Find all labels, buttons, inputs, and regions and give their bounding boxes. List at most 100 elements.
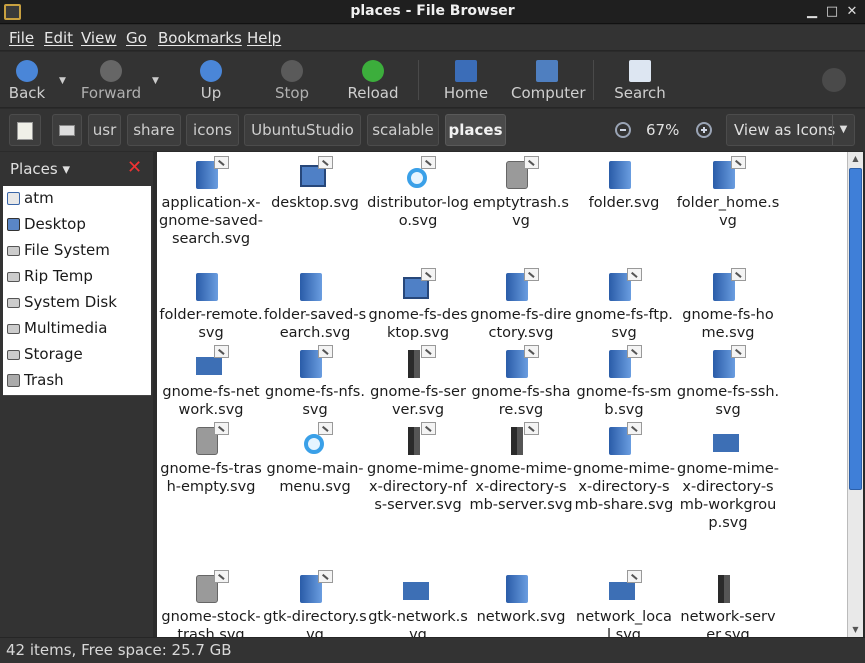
file-item[interactable]: gnome-fs-trash-empty.svg <box>159 422 263 496</box>
menu-file[interactable]: File <box>9 29 34 47</box>
file-item[interactable]: desktop.svg <box>263 156 367 212</box>
menu-go[interactable]: Go <box>126 29 147 47</box>
file-item[interactable]: gnome-mime-x-directory-smb-workgroup.svg <box>676 422 780 532</box>
minimize-icon[interactable]: ▁ <box>804 4 820 20</box>
file-item[interactable]: gnome-fs-network.svg <box>159 345 263 419</box>
status-text: 42 items, Free space: 25.7 GB <box>6 641 232 659</box>
reload-button[interactable]: Reload <box>347 58 399 104</box>
file-item[interactable]: network-server.svg <box>676 570 780 637</box>
zoom-out-icon[interactable] <box>615 122 631 138</box>
path-button-icons[interactable]: icons <box>186 114 239 146</box>
sidebar-mode-select[interactable]: Places ▾ <box>10 160 70 178</box>
network-icon <box>400 570 436 606</box>
file-item[interactable]: gnome-fs-home.svg <box>676 268 780 342</box>
scroll-down-arrow-icon[interactable]: ▼ <box>848 623 863 637</box>
file-item[interactable]: gnome-fs-desktop.svg <box>366 268 470 342</box>
up-button[interactable]: Up <box>195 58 227 104</box>
distributor-logo-icon <box>400 156 436 192</box>
file-item[interactable]: gnome-fs-server.svg <box>366 345 470 419</box>
menu-edit[interactable]: Edit <box>44 29 73 47</box>
menu-help[interactable]: Help <box>247 29 281 47</box>
sidebar-item-trash[interactable]: Trash <box>3 369 151 393</box>
sidebar-item-desktop[interactable]: Desktop <box>3 213 151 237</box>
forward-history-arrow-icon[interactable]: ▼ <box>152 76 159 86</box>
close-sidebar-icon[interactable]: ✕ <box>127 159 143 177</box>
close-window-icon[interactable]: ✕ <box>844 4 860 20</box>
file-item[interactable]: folder.svg <box>572 156 676 212</box>
sidebar-header: Places ▾ ✕ <box>0 152 153 186</box>
server-icon <box>710 570 746 606</box>
file-item[interactable]: gnome-fs-ftp.svg <box>572 268 676 342</box>
file-item[interactable]: gnome-fs-smb.svg <box>572 345 676 419</box>
zoom-level[interactable]: 67% <box>646 121 679 139</box>
toolbar-separator <box>418 60 419 100</box>
maximize-icon[interactable]: □ <box>824 4 840 20</box>
computer-button[interactable]: Computer <box>511 58 586 104</box>
folder-icon <box>606 268 642 304</box>
search-button[interactable]: Search <box>613 58 667 104</box>
sidebar-item-rip-temp[interactable]: Rip Temp <box>3 265 151 289</box>
home-folder-icon <box>7 192 20 205</box>
file-item[interactable]: folder-saved-search.svg <box>263 268 367 342</box>
scroll-up-arrow-icon[interactable]: ▲ <box>848 152 863 166</box>
file-item[interactable]: folder-remote.svg <box>159 268 263 342</box>
path-button-scalable[interactable]: scalable <box>367 114 439 146</box>
sidebar-item-atm[interactable]: atm <box>3 187 151 211</box>
toggle-location-entry-button[interactable] <box>9 114 41 146</box>
menu-bookmarks[interactable]: Bookmarks <box>158 29 242 47</box>
sidebar-item-storage[interactable]: Storage <box>3 343 151 367</box>
stop-button[interactable]: Stop <box>272 58 312 104</box>
file-item[interactable]: gnome-stock-trash.svg <box>159 570 263 637</box>
back-button[interactable]: Back <box>6 58 48 104</box>
scrollbar-thumb[interactable] <box>849 168 862 490</box>
path-button-ubuntustudio[interactable]: UbuntuStudio <box>244 114 361 146</box>
file-name: gnome-fs-directory.svg <box>470 307 572 341</box>
file-item[interactable]: gnome-fs-ssh.svg <box>676 345 780 419</box>
file-item[interactable]: gnome-fs-nfs.svg <box>263 345 367 419</box>
file-item[interactable]: distributor-logo.svg <box>366 156 470 230</box>
back-label: Back <box>8 84 46 102</box>
zoom-in-icon[interactable] <box>696 122 712 138</box>
stop-label: Stop <box>274 84 310 102</box>
file-item[interactable]: gnome-mime-x-directory-smb-server.svg <box>469 422 573 514</box>
search-icon <box>629 60 651 82</box>
saved-search-folder-icon <box>297 268 333 304</box>
network-icon <box>710 422 746 458</box>
sidebar-item-system-disk[interactable]: System Disk <box>3 291 151 315</box>
server-icon <box>503 422 539 458</box>
file-item[interactable]: gnome-mime-x-directory-smb-share.svg <box>572 422 676 514</box>
sidebar-item-multimedia[interactable]: Multimedia <box>3 317 151 341</box>
back-history-arrow-icon[interactable]: ▼ <box>59 76 66 86</box>
path-button-places[interactable]: places <box>445 114 506 146</box>
menu-view[interactable]: View <box>81 29 117 47</box>
path-button-usr[interactable]: usr <box>88 114 121 146</box>
file-item[interactable]: gnome-fs-share.svg <box>469 345 573 419</box>
file-item[interactable]: gnome-mime-x-directory-nfs-server.svg <box>366 422 470 514</box>
file-item[interactable]: emptytrash.svg <box>469 156 573 230</box>
drive-icon <box>7 350 20 360</box>
icon-view[interactable]: application-x-gnome-saved-search.svg des… <box>157 152 847 637</box>
file-item[interactable]: gtk-directory.svg <box>263 570 367 637</box>
file-name: gnome-mime-x-directory-smb-workgroup.svg <box>677 461 779 531</box>
path-button-share[interactable]: share <box>127 114 181 146</box>
sidebar-item-label: Rip Temp <box>24 267 93 285</box>
file-item[interactable]: application-x-gnome-saved-search.svg <box>159 156 263 248</box>
path-root-button[interactable] <box>52 114 82 146</box>
folder-icon <box>297 345 333 381</box>
file-item[interactable]: network_local.svg <box>572 570 676 637</box>
file-item[interactable]: gtk-network.svg <box>366 570 470 637</box>
file-name: gnome-fs-ftp.svg <box>575 307 673 341</box>
chevron-down-icon: ▼ <box>832 115 854 145</box>
vertical-scrollbar[interactable]: ▲ ▼ <box>847 152 863 637</box>
file-item[interactable]: gnome-fs-directory.svg <box>469 268 573 342</box>
file-item[interactable]: gnome-main-menu.svg <box>263 422 367 496</box>
file-item[interactable]: folder_home.svg <box>676 156 780 230</box>
home-button[interactable]: Home <box>443 58 489 104</box>
computer-icon <box>536 60 558 82</box>
sidebar-item-label: atm <box>24 189 54 207</box>
home-folder-icon <box>710 156 746 192</box>
view-mode-select[interactable]: View as Icons ▼ <box>726 114 855 146</box>
file-item[interactable]: network.svg <box>469 570 573 626</box>
sidebar-item-file-system[interactable]: File System <box>3 239 151 263</box>
forward-button[interactable]: Forward <box>80 58 142 104</box>
